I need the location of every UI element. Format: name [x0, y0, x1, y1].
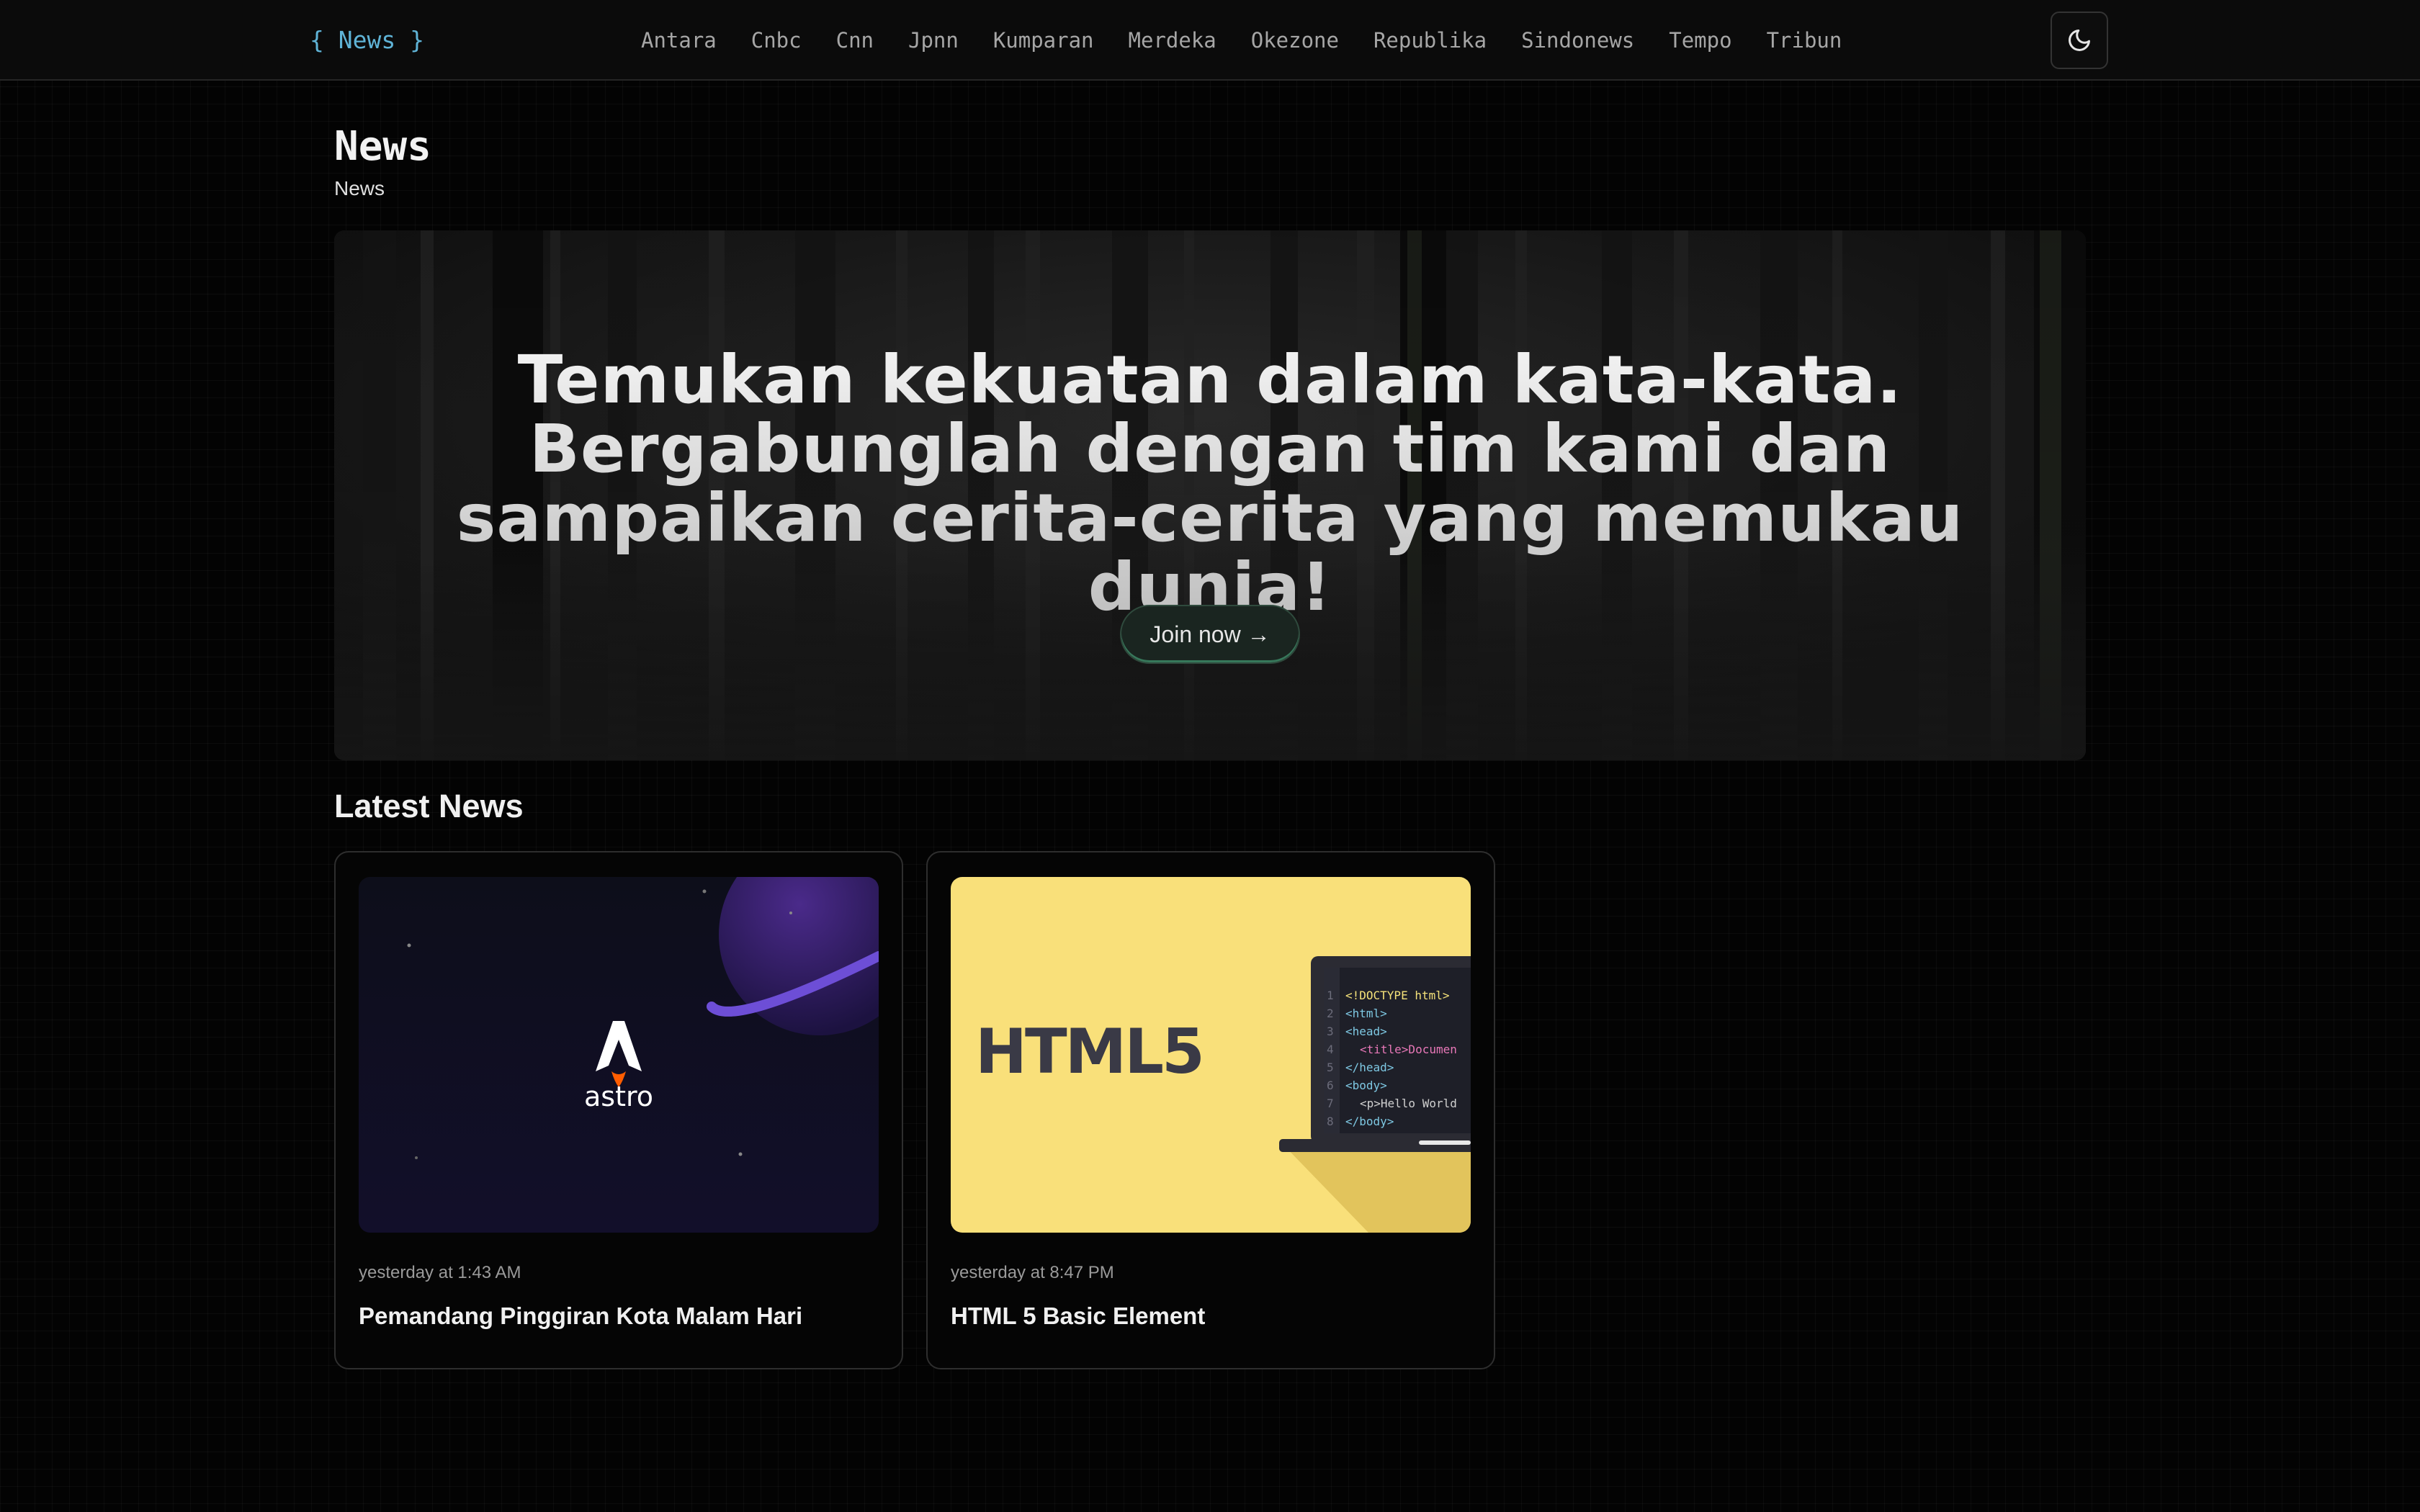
nav-link-antara[interactable]: Antara	[641, 22, 717, 59]
code-line: </body>	[1345, 1115, 1394, 1128]
astro-wordmark: astro	[584, 1081, 653, 1112]
join-now-label: Join now →	[1150, 621, 1270, 647]
card-date: yesterday at 1:43 AM	[359, 1263, 521, 1282]
code-line: <body>	[1345, 1079, 1387, 1092]
join-now-button[interactable]: Join now →	[1120, 605, 1300, 664]
code-line: <p>Hello World	[1360, 1097, 1457, 1110]
code-line-number: 4	[1327, 1043, 1334, 1056]
news-card[interactable]: astro yesterday at 1:43 AM Pemandang Pin…	[334, 851, 903, 1369]
code-line-number: 5	[1327, 1061, 1334, 1074]
astro-thumbnail: astro	[359, 877, 879, 1233]
nav-link-jpnn[interactable]: Jpnn	[908, 22, 959, 59]
theme-toggle-button[interactable]	[2051, 12, 2108, 69]
code-line: <html>	[1345, 1007, 1387, 1020]
nav-link-okezone[interactable]: Okezone	[1251, 22, 1339, 59]
news-card[interactable]: HTML5 1 2 3 4 5 6 7 8 <!DOCTYPE html> <h…	[926, 851, 1495, 1369]
nav-link-tempo[interactable]: Tempo	[1669, 22, 1731, 59]
code-line-number: 8	[1327, 1115, 1334, 1128]
html5-illustration: HTML5 1 2 3 4 5 6 7 8 <!DOCTYPE html> <h…	[951, 877, 1471, 1233]
nav-link-kumparan[interactable]: Kumparan	[993, 22, 1094, 59]
code-line-number: 1	[1327, 989, 1334, 1002]
top-navbar: { News } Antara Cnbc Cnn Jpnn Kumparan M…	[0, 0, 2420, 81]
hero-banner: Temukan kekuatan dalam kata-kata. Bergab…	[334, 230, 2086, 760]
hero-heading: Temukan kekuatan dalam kata-kata. Bergab…	[349, 346, 2071, 622]
astro-space-illustration: astro	[359, 877, 879, 1233]
html5-wordmark: HTML5	[975, 1016, 1203, 1088]
code-line: <head>	[1345, 1025, 1387, 1038]
card-title[interactable]: HTML 5 Basic Element	[951, 1300, 1205, 1332]
nav-link-republika[interactable]: Republika	[1373, 22, 1487, 59]
code-line-number: 6	[1327, 1079, 1334, 1092]
code-line-number: 3	[1327, 1025, 1334, 1038]
code-line: </head>	[1345, 1061, 1394, 1074]
page-subtitle: News	[334, 177, 385, 199]
main-nav: Antara Cnbc Cnn Jpnn Kumparan Merdeka Ok…	[641, 22, 1876, 59]
nav-link-cnbc[interactable]: Cnbc	[751, 22, 802, 59]
code-line-number: 7	[1327, 1097, 1334, 1110]
html5-thumbnail: HTML5 1 2 3 4 5 6 7 8 <!DOCTYPE html> <h…	[951, 877, 1471, 1233]
site-logo[interactable]: { News }	[310, 22, 424, 59]
card-title[interactable]: Pemandang Pinggiran Kota Malam Hari	[359, 1300, 802, 1332]
latest-news-heading: Latest News	[334, 788, 524, 824]
card-date: yesterday at 8:47 PM	[951, 1263, 1114, 1282]
moon-icon	[2069, 30, 2090, 51]
nav-link-tribun[interactable]: Tribun	[1767, 22, 1842, 59]
code-line-number: 2	[1327, 1007, 1334, 1020]
code-line: <!DOCTYPE html>	[1345, 989, 1450, 1002]
nav-link-sindonews[interactable]: Sindonews	[1521, 22, 1634, 59]
code-line: <title>Documen	[1360, 1043, 1457, 1056]
nav-link-merdeka[interactable]: Merdeka	[1129, 22, 1216, 59]
page-title: News	[334, 123, 431, 170]
nav-link-cnn[interactable]: Cnn	[836, 22, 874, 59]
